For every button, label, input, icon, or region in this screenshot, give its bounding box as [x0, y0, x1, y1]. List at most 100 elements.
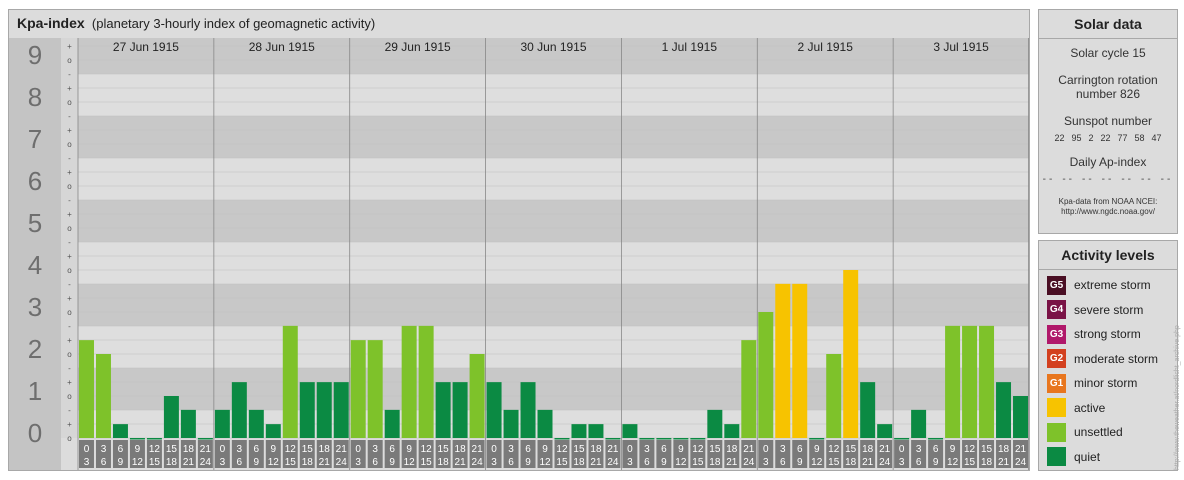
- activity-level-label: strong storm: [1074, 327, 1141, 341]
- day-label: 27 Jun 1915: [113, 40, 179, 54]
- interval-start-label: 9: [271, 444, 277, 455]
- day-label: 1 Jul 1915: [662, 40, 718, 54]
- interval-start-label: 6: [389, 444, 395, 455]
- interval-start-label: 15: [302, 444, 314, 455]
- kp-bar: [316, 382, 332, 438]
- sunspot-title: Sunspot number: [1063, 114, 1153, 128]
- source-line1: Kpa-data from NOAA NCEI:: [1058, 197, 1158, 206]
- y-subtick-label: o: [67, 392, 72, 401]
- interval-end-label: 18: [166, 457, 178, 468]
- interval-start-label: 6: [525, 444, 531, 455]
- activity-level-label: unsettled: [1074, 425, 1123, 439]
- y-subtick-label: -: [68, 154, 71, 163]
- activity-level-item: quiet: [1047, 446, 1100, 468]
- interval-end-label: 6: [237, 457, 243, 468]
- kp-bar: [809, 438, 825, 440]
- kp-bar: [163, 396, 179, 438]
- sunspot-value: 95: [1071, 133, 1082, 143]
- y-subtick-label: +: [67, 336, 72, 345]
- y-subtick-label: o: [67, 350, 72, 359]
- kp-bar: [894, 438, 910, 440]
- kp-bar: [248, 409, 264, 438]
- kp-bar: [350, 340, 366, 438]
- interval-end-label: 15: [692, 457, 704, 468]
- activity-level-label: quiet: [1074, 449, 1101, 464]
- interval-end-label: 24: [336, 457, 348, 468]
- ap-value: --: [1042, 174, 1056, 185]
- solar-data-title: Solar data: [1039, 10, 1177, 39]
- kp-bar: [622, 424, 638, 438]
- vertical-credit: http://www.theweather.at/nordlicht_archi…: [1174, 325, 1181, 470]
- interval-start-label: 0: [899, 444, 905, 455]
- kp-bar: [95, 354, 111, 438]
- interval-end-label: 15: [964, 457, 976, 468]
- interval-end-label: 9: [389, 457, 395, 468]
- activity-level-item: unsettled: [1047, 421, 1123, 443]
- kp-bar: [401, 325, 417, 438]
- kp-bar: [537, 409, 553, 438]
- y-tick-label: 0: [28, 418, 42, 448]
- interval-end-label: 9: [797, 457, 803, 468]
- kp-bar: [146, 438, 162, 440]
- ap-value: --: [1141, 174, 1154, 185]
- interval-end-label: 24: [200, 457, 212, 468]
- interval-end-label: 24: [879, 457, 891, 468]
- interval-start-label: 15: [438, 444, 450, 455]
- interval-start-label: 12: [964, 444, 976, 455]
- y-subtick-label: o: [67, 434, 72, 443]
- interval-start-label: 21: [200, 444, 212, 455]
- activity-level-item: G5 extreme storm: [1047, 274, 1151, 296]
- activity-level-item: active: [1047, 397, 1105, 419]
- kp-bar: [265, 424, 281, 438]
- y-subtick-label: -: [68, 406, 71, 415]
- kpa-bar-chart: 0123456789o+o-+o-+o-+o-+o-+o-+o-+o-+o-+ 2…: [9, 38, 1029, 470]
- kp-bar: [333, 382, 349, 438]
- interval-start-label: 21: [1015, 444, 1027, 455]
- interval-end-label: 12: [132, 457, 144, 468]
- kpa-chart-panel: Kpa-index (planetary 3-hourly index of g…: [8, 9, 1030, 471]
- interval-end-label: 9: [118, 457, 124, 468]
- y-tick-label: 9: [28, 40, 42, 70]
- interval-start-label: 3: [101, 444, 107, 455]
- sunspot-value: 47: [1151, 133, 1162, 143]
- interval-start-label: 15: [709, 444, 721, 455]
- kp-bar: [792, 283, 808, 438]
- source-link[interactable]: http://www.ngdc.noaa.gov/: [1039, 207, 1177, 217]
- interval-start-label: 15: [166, 444, 178, 455]
- kp-bar: [928, 438, 944, 440]
- kp-bar: [860, 382, 876, 438]
- interval-start-label: 21: [472, 444, 484, 455]
- interval-end-label: 9: [933, 457, 939, 468]
- kp-bar: [435, 382, 451, 438]
- interval-start-label: 21: [607, 444, 619, 455]
- kp-bar: [418, 325, 434, 438]
- day-label: 3 Jul 1915: [933, 40, 989, 54]
- y-subtick-label: -: [68, 280, 71, 289]
- kp-bar: [231, 382, 247, 438]
- y-tick-label: 7: [28, 124, 42, 154]
- interval-start-label: 21: [743, 444, 755, 455]
- kp-band: [78, 199, 1029, 242]
- kp-bar: [503, 409, 519, 438]
- kp-bar: [605, 438, 621, 440]
- interval-end-label: 18: [709, 457, 721, 468]
- y-subtick-label: +: [67, 84, 72, 93]
- interval-start-label: 6: [661, 444, 667, 455]
- ap-title: Daily Ap-index: [1069, 155, 1147, 169]
- interval-start-label: 12: [556, 444, 568, 455]
- interval-end-label: 15: [421, 457, 433, 468]
- sunspot-value: 58: [1134, 133, 1145, 143]
- activity-level-swatch: G3: [1047, 324, 1066, 344]
- interval-end-label: 3: [491, 457, 497, 468]
- interval-end-label: 6: [644, 457, 650, 468]
- activity-level-swatch: G1: [1047, 373, 1066, 393]
- interval-end-label: 3: [899, 457, 905, 468]
- y-subtick-label: -: [68, 238, 71, 247]
- interval-end-label: 3: [220, 457, 226, 468]
- kp-bar: [724, 424, 740, 438]
- interval-start-label: 9: [542, 444, 548, 455]
- interval-end-label: 3: [627, 457, 633, 468]
- activity-level-swatch: [1047, 447, 1066, 466]
- interval-start-label: 12: [421, 444, 433, 455]
- interval-end-label: 12: [675, 457, 687, 468]
